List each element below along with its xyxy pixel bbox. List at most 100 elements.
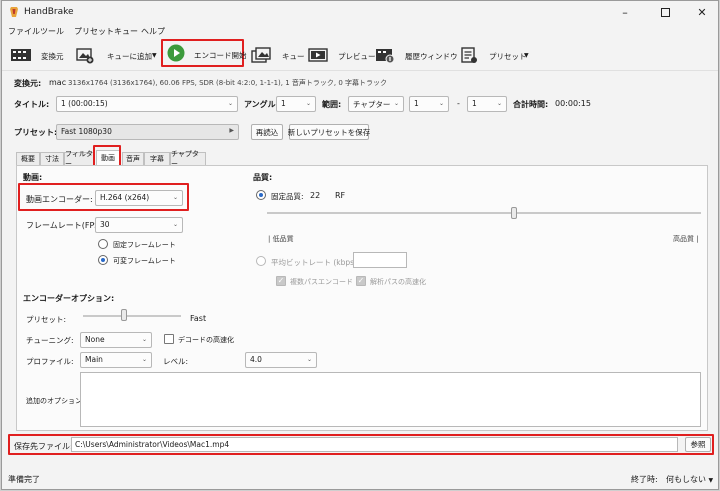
presets-icon — [461, 47, 477, 63]
range-start-value: 1 — [414, 99, 419, 108]
tune-label: チューニング: — [26, 336, 74, 345]
chevron-down-icon: ⌄ — [141, 336, 147, 343]
extra-options-label: 追加のオプション: — [26, 397, 85, 405]
chevron-down-icon: ⌄ — [438, 100, 444, 107]
handbrake-window: HandBrake – ✕ ファイル ツール プリセット キュー ヘルプ 変換元 — [1, 0, 719, 490]
tab-subtitles[interactable]: 字幕 — [144, 152, 170, 165]
level-select[interactable]: 4.0 ⌄ — [245, 352, 317, 368]
when-done-select[interactable]: 何もしない ▼ — [666, 474, 713, 485]
constant-quality-label: 固定品質: — [271, 192, 304, 201]
tune-select[interactable]: None ⌄ — [80, 332, 152, 348]
reload-preset-button[interactable]: 再読込 — [251, 124, 283, 140]
browse-button[interactable]: 参照 — [685, 437, 711, 452]
rf-unit: RF — [335, 191, 346, 200]
title-select[interactable]: 1 (00:00:15) ⌄ — [56, 96, 238, 112]
toolbar: 変換元 キューに追加 ▼ エンコード開始 キュー プレビュー 履歴ウィンドウ プ… — [2, 39, 718, 71]
profile-select[interactable]: Main ⌄ — [80, 352, 152, 368]
source-label: 変換元 — [41, 52, 64, 61]
angle-label: アングル: — [244, 100, 279, 109]
start-encode-button[interactable]: エンコード開始 — [161, 39, 247, 67]
range-type-select[interactable]: チャプター ⌄ — [348, 96, 404, 112]
encoder-preset-label: プリセット: — [26, 315, 67, 324]
destination-path-input[interactable]: C:\Users\Administrator\Videos\Mac1.mp4 — [71, 437, 678, 452]
encoder-preset-slider-track[interactable] — [83, 315, 181, 317]
framerate-select[interactable]: 30 ⌄ — [95, 217, 183, 233]
duration-label: 合計時間: — [513, 100, 549, 109]
when-done-label: 終了時: — [631, 475, 658, 484]
title-label: タイトル: — [14, 100, 50, 109]
menu-tools[interactable]: ツール — [40, 26, 64, 37]
tab-audio[interactable]: 音声 — [122, 152, 144, 165]
encoder-preset-slider-thumb[interactable] — [121, 309, 127, 321]
tab-chapters[interactable]: チャプター — [170, 150, 206, 168]
constant-quality-radio[interactable] — [256, 190, 266, 200]
peak-framerate-radio[interactable] — [98, 255, 108, 265]
quality-slider-thumb[interactable] — [511, 207, 517, 219]
close-button[interactable]: ✕ — [685, 1, 719, 23]
preview-icon — [308, 48, 328, 62]
extra-options-textarea[interactable] — [80, 372, 701, 427]
presets-button[interactable]: プリセット ▼ — [459, 39, 535, 71]
chevron-down-icon: ⌄ — [496, 100, 502, 107]
encoder-options-title: エンコーダーオプション: — [23, 294, 115, 303]
avg-bitrate-radio[interactable] — [256, 256, 266, 266]
menu-queue[interactable]: キュー — [114, 26, 138, 37]
preset-select[interactable]: Fast 1080p30 ▶ — [56, 124, 239, 140]
activity-window-icon — [376, 49, 395, 64]
constant-framerate-radio[interactable] — [98, 239, 108, 249]
angle-select[interactable]: 1 ⌄ — [276, 96, 316, 112]
framerate-value: 30 — [100, 220, 110, 229]
play-icon — [167, 44, 185, 62]
maximize-icon — [660, 7, 670, 17]
video-encoder-highlight — [18, 183, 189, 211]
queue-icon — [251, 47, 271, 63]
film-icon — [11, 49, 31, 61]
tab-filters[interactable]: フィルター — [64, 150, 94, 168]
chevron-down-icon: ⌄ — [172, 221, 178, 228]
fast-decode-checkbox[interactable] — [164, 334, 174, 344]
status-bar: 準備完了 終了時: 何もしない ▼ — [2, 467, 718, 490]
save-new-preset-button[interactable]: 新しいプリセットを保存 — [288, 124, 370, 140]
low-quality-label: | 低品質 — [268, 235, 294, 243]
preset-select-value: Fast 1080p30 — [61, 127, 112, 136]
source-button[interactable]: 変換元 — [8, 39, 66, 71]
minimize-button[interactable]: – — [608, 1, 642, 23]
avg-bitrate-label: 平均ビットレート (kbps): — [271, 258, 360, 267]
menu-presets[interactable]: プリセット — [74, 26, 114, 37]
range-end-value: 1 — [472, 99, 477, 108]
framerate-label: フレームレート(FPS): — [26, 221, 106, 230]
chevron-down-icon: ⌄ — [393, 100, 399, 107]
high-quality-label: 高品質 | — [673, 235, 699, 243]
multipass-checkbox[interactable]: ✓ — [276, 276, 286, 286]
range-start-select[interactable]: 1 ⌄ — [409, 96, 449, 112]
window-title: HandBrake — [24, 7, 74, 17]
maximize-button[interactable] — [648, 1, 682, 23]
chevron-down-icon: ⌄ — [305, 100, 311, 107]
quality-slider-track[interactable] — [267, 212, 701, 214]
close-icon: ✕ — [697, 5, 707, 19]
minimize-icon: – — [622, 5, 628, 19]
quality-section-title: 品質: — [253, 173, 273, 182]
constant-framerate-label: 固定フレームレート — [113, 241, 176, 249]
tab-dimensions[interactable]: 寸法 — [40, 152, 64, 165]
title-select-value: 1 (00:00:15) — [61, 99, 108, 108]
level-value: 4.0 — [250, 355, 262, 364]
menu-help[interactable]: ヘルプ — [141, 26, 165, 37]
queue-button[interactable]: キュー — [250, 39, 305, 71]
range-separator: - — [457, 99, 460, 108]
profile-value: Main — [85, 355, 103, 364]
avg-bitrate-input[interactable] — [353, 252, 407, 268]
chevron-down-icon: ▼ — [152, 52, 157, 59]
chevron-right-icon: ▶ — [229, 127, 234, 134]
activity-log-button[interactable]: 履歴ウィンドウ — [374, 39, 458, 71]
source-info: 3136x1764 (3136x1764), 60.06 FPS, SDR (8… — [68, 79, 388, 87]
tab-summary[interactable]: 概要 — [16, 152, 40, 165]
preview-button[interactable]: プレビュー — [307, 39, 376, 71]
menu-bar: ファイル ツール プリセット キュー ヘルプ — [2, 23, 718, 39]
profile-label: プロファイル: — [26, 357, 74, 366]
range-end-select[interactable]: 1 ⌄ — [467, 96, 507, 112]
activity-log-label: 履歴ウィンドウ — [405, 52, 458, 61]
menu-file[interactable]: ファイル — [8, 26, 40, 37]
add-to-queue-button[interactable]: キューに追加 ▼ — [76, 39, 160, 71]
turbo-first-pass-checkbox[interactable]: ✓ — [356, 276, 366, 286]
